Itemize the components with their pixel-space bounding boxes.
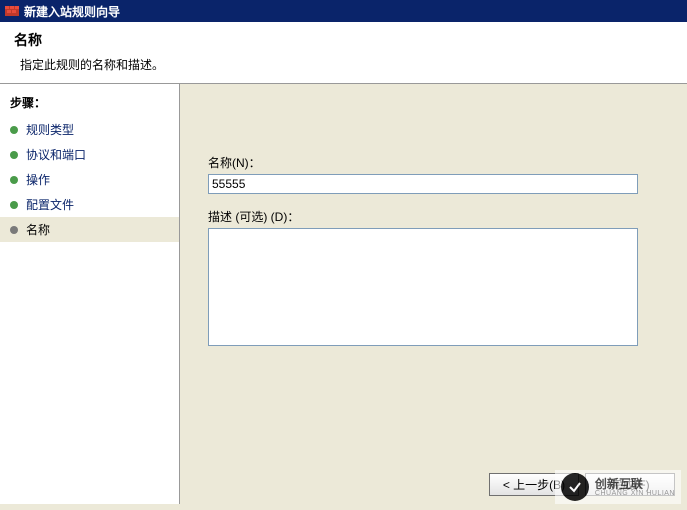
watermark: 创新互联 CHUANG XIN HULIAN bbox=[555, 470, 681, 504]
firewall-icon bbox=[4, 3, 20, 19]
page-subtitle: 指定此规则的名称和描述。 bbox=[20, 56, 673, 73]
description-textarea[interactable] bbox=[208, 228, 638, 346]
bullet-icon bbox=[10, 226, 18, 234]
watermark-subtext: CHUANG XIN HULIAN bbox=[595, 490, 675, 497]
steps-sidebar: 步骤： 规则类型 协议和端口 操作 配置文件 名称 bbox=[0, 84, 180, 504]
name-label: 名称(N)： bbox=[208, 154, 659, 171]
bullet-icon bbox=[10, 151, 18, 159]
description-label: 描述 (可选) (D)： bbox=[208, 208, 659, 225]
sidebar-item-label: 规则类型 bbox=[26, 121, 74, 138]
bullet-icon bbox=[10, 126, 18, 134]
sidebar-item-profile[interactable]: 配置文件 bbox=[0, 192, 179, 217]
main-content: 名称(N)： 描述 (可选) (D)： < 上一步(B) 完成(F) bbox=[180, 84, 687, 504]
sidebar-item-label: 协议和端口 bbox=[26, 146, 86, 163]
window-title: 新建入站规则向导 bbox=[24, 3, 120, 20]
sidebar-item-label: 配置文件 bbox=[26, 196, 74, 213]
page-title: 名称 bbox=[14, 30, 673, 50]
sidebar-item-name[interactable]: 名称 bbox=[0, 217, 179, 242]
window-titlebar: 新建入站规则向导 bbox=[0, 0, 687, 22]
sidebar-item-ruletype[interactable]: 规则类型 bbox=[0, 117, 179, 142]
sidebar-title: 步骤： bbox=[0, 92, 179, 117]
bullet-icon bbox=[10, 176, 18, 184]
wizard-header: 名称 指定此规则的名称和描述。 bbox=[0, 22, 687, 84]
sidebar-item-protocol[interactable]: 协议和端口 bbox=[0, 142, 179, 167]
sidebar-item-label: 操作 bbox=[26, 171, 50, 188]
sidebar-item-label: 名称 bbox=[26, 221, 50, 238]
watermark-logo-icon bbox=[561, 473, 589, 501]
sidebar-item-action[interactable]: 操作 bbox=[0, 167, 179, 192]
bullet-icon bbox=[10, 201, 18, 209]
name-input[interactable] bbox=[208, 174, 638, 194]
watermark-text: 创新互联 bbox=[595, 478, 675, 490]
